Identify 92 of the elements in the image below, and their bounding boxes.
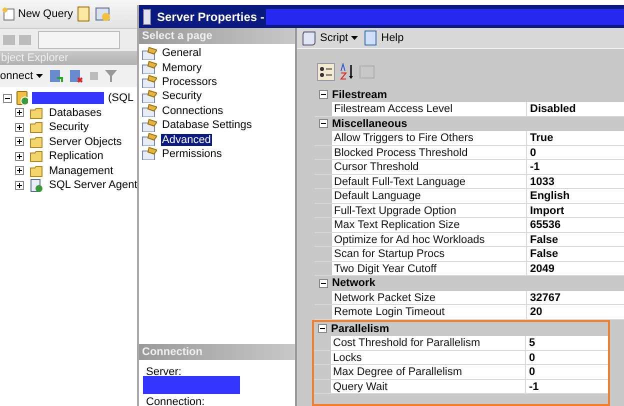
property-name[interactable]: Cost Threshold for Parallelism: [331, 336, 526, 350]
property-pages-icon: [359, 64, 375, 79]
combo-field[interactable]: [38, 31, 120, 49]
page-icon: [142, 90, 157, 103]
property-value[interactable]: 20: [527, 305, 624, 318]
tree-item[interactable]: Management: [49, 164, 114, 177]
window-icon: [143, 8, 151, 24]
property-name[interactable]: Network Packet Size: [332, 290, 527, 304]
tree-item[interactable]: Server Objects: [49, 136, 122, 148]
redacted-block: [32, 92, 104, 104]
property-name[interactable]: Filestream Access Level: [332, 102, 527, 116]
help-icon: [364, 30, 378, 46]
property-value[interactable]: 0: [526, 365, 608, 378]
page-icon: [142, 61, 157, 74]
page-item[interactable]: Advanced: [161, 134, 212, 146]
caret-icon: [36, 74, 44, 78]
property-value[interactable]: Disabled: [527, 102, 624, 116]
sort-alpha-icon: [339, 62, 355, 81]
stop-icon: [89, 71, 100, 81]
property-value[interactable]: Import: [527, 204, 624, 217]
property-name[interactable]: Query Wait: [331, 380, 526, 393]
page-item[interactable]: Connections: [161, 104, 224, 117]
tree-item[interactable]: SQL Server Agent: [49, 179, 138, 192]
folder-icon: [30, 106, 43, 119]
property-value[interactable]: 5: [526, 336, 608, 350]
property-value[interactable]: English: [527, 189, 624, 202]
property-value[interactable]: -1: [527, 160, 624, 174]
new-query-button[interactable]: New Query: [2, 7, 74, 21]
property-value[interactable]: 2049: [527, 262, 624, 275]
agent-icon: [30, 178, 43, 192]
page-item[interactable]: Memory: [161, 62, 203, 74]
category-header[interactable]: Miscellaneous: [332, 118, 408, 130]
property-name[interactable]: Scan for Startup Procs: [332, 247, 527, 260]
category-header[interactable]: Parallelism: [331, 322, 390, 335]
property-name[interactable]: Remote Login Timeout: [332, 305, 527, 318]
property-name[interactable]: Allow Triggers to Fire Others: [332, 131, 527, 144]
page-icon: [142, 46, 157, 60]
page-item[interactable]: Permissions: [161, 148, 223, 160]
folder-icon: [30, 121, 43, 134]
tree-item[interactable]: (SQL: [108, 92, 134, 104]
pane-header: Connection: [139, 344, 295, 360]
document-icon: [77, 6, 92, 22]
connect-server-icon: [49, 69, 64, 83]
folder-icon: [30, 150, 43, 162]
property-name[interactable]: Two Digit Year Cutoff: [332, 262, 527, 275]
property-value[interactable]: False: [527, 247, 624, 260]
property-value[interactable]: -1: [526, 380, 608, 393]
property-value[interactable]: 0: [526, 350, 608, 364]
script-button[interactable]: Script: [301, 30, 358, 46]
property-name[interactable]: Optimize for Ad hoc Workloads: [332, 232, 527, 246]
pane-header: Select a page: [139, 28, 295, 44]
folder-icon: [30, 164, 43, 177]
category-header[interactable]: Filestream: [332, 88, 388, 101]
property-value[interactable]: 1033: [527, 174, 624, 188]
help-button[interactable]: Help: [364, 30, 404, 46]
property-name[interactable]: Max Degree of Parallelism: [331, 365, 526, 378]
property-value[interactable]: 0: [527, 146, 624, 159]
window-title: Server Properties -: [157, 10, 264, 24]
tree-item[interactable]: Replication: [49, 150, 104, 162]
connection-label: Connection:: [146, 396, 206, 406]
category-header[interactable]: Network: [332, 277, 376, 290]
disconnect-server-icon: [69, 69, 84, 83]
property-name[interactable]: Default Full-Text Language: [332, 174, 527, 188]
page-item[interactable]: Processors: [161, 76, 218, 88]
tree-item[interactable]: Databases: [49, 106, 102, 119]
property-name[interactable]: Cursor Threshold: [332, 160, 527, 174]
database-icon: [95, 6, 112, 22]
connection-label: Server:: [146, 366, 182, 378]
property-value[interactable]: 65536: [527, 218, 624, 232]
page-item[interactable]: General: [161, 47, 202, 60]
property-value[interactable]: 32767: [527, 290, 624, 304]
property-name[interactable]: Full-Text Upgrade Option: [332, 204, 527, 217]
property-value[interactable]: True: [527, 131, 624, 144]
property-name[interactable]: Default Language: [332, 189, 527, 202]
tree-item[interactable]: Security: [49, 121, 89, 134]
page-item[interactable]: Security: [161, 90, 203, 102]
connect-button[interactable]: onnect: [0, 70, 44, 82]
server-icon: [16, 91, 28, 106]
categorized-icon: [317, 62, 335, 81]
filter-icon: [105, 70, 118, 82]
page-icon: [142, 75, 157, 88]
page-icon: [142, 118, 157, 132]
property-name[interactable]: Max Text Replication Size: [332, 218, 527, 232]
property-name[interactable]: Locks: [331, 350, 526, 364]
property-value[interactable]: False: [527, 232, 624, 246]
object-explorer-title: bject Explorer: [0, 51, 140, 65]
page-icon: [142, 133, 157, 146]
page-icon: [142, 104, 157, 118]
page-item[interactable]: Database Settings: [161, 119, 253, 132]
folder-icon: [30, 136, 43, 148]
page-icon: [142, 147, 157, 160]
property-name[interactable]: Blocked Process Threshold: [332, 146, 527, 159]
